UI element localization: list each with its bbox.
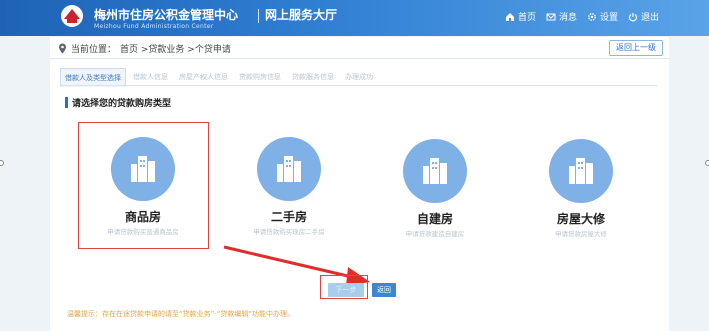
left-edge-handle (0, 160, 4, 166)
main-panel: 借款人及类型选择 借款人信息 房屋产权人信息 贷款购房信息 贷款服务信息 办理成… (50, 59, 669, 331)
building-icon (403, 139, 467, 203)
return-button[interactable]: 返回 (372, 283, 396, 297)
nav-settings-label: 设置 (599, 13, 618, 23)
breadcrumb-path[interactable]: 首页 >贷款业务 >个贷申请 (120, 42, 231, 55)
section-title-bar (65, 97, 68, 108)
card-self-built-house[interactable]: 自建房 申请贷款建造自建房 (382, 139, 488, 239)
card-name: 自建房 (416, 212, 453, 226)
nav-logout[interactable]: 退出 (628, 10, 659, 23)
section-title: 请选择您的贷款购房类型 (65, 96, 171, 109)
button-highlight-box (320, 275, 368, 299)
power-icon (628, 12, 638, 21)
tab-underline (60, 85, 657, 86)
card-desc: 申请贷款房屋大修 (555, 230, 607, 238)
top-header: 梅州市住房公积金管理中心 Meizhou Fund Administration… (0, 0, 709, 36)
card-name: 房屋大修 (556, 212, 605, 226)
top-nav: 首页 消息 设置 退出 (505, 10, 659, 23)
breadcrumb: 当前位置： 首页 >贷款业务 >个贷申请 (58, 42, 231, 55)
section-title-text: 请选择您的贷款购房类型 (72, 99, 172, 109)
nav-home-label: 首页 (517, 13, 536, 23)
right-edge-handle (705, 160, 709, 166)
breadcrumb-bar: 当前位置： 首页 >贷款业务 >个贷申请 返回上一级 (50, 37, 669, 59)
hall-title: 网上服务大厅 (265, 8, 338, 22)
back-button[interactable]: 返回上一级 (609, 40, 663, 56)
card-desc: 申请贷款购买现房二手房 (253, 228, 325, 236)
card-name: 二手房 (270, 210, 307, 224)
building-icon (549, 139, 613, 203)
gear-icon (588, 12, 596, 21)
message-icon (546, 13, 556, 20)
header-divider (258, 9, 259, 23)
nav-message-label: 消息 (558, 13, 577, 23)
nav-settings[interactable]: 设置 (587, 10, 618, 23)
card-desc: 申请贷款建造自建房 (405, 230, 465, 238)
warm-tip: 温馨提示：存在在途贷款申请的请至“贷款业务”-“贷款编辑”功能中办理。 (67, 310, 295, 318)
card-house-repair[interactable]: 房屋大修 申请贷款房屋大修 (528, 139, 634, 239)
card-second-hand-house[interactable]: 二手房 申请贷款购买现房二手房 (236, 137, 342, 237)
nav-logout-label: 退出 (640, 13, 659, 23)
location-pin-icon (59, 43, 66, 54)
org-title: 梅州市住房公积金管理中心 (94, 8, 239, 22)
nav-message[interactable]: 消息 (546, 10, 577, 23)
logo-icon (61, 5, 83, 27)
home-icon (505, 12, 514, 21)
org-subtitle: Meizhou Fund Administration Center (94, 23, 214, 30)
selection-highlight-box (78, 122, 209, 249)
breadcrumb-prefix: 当前位置： (71, 45, 117, 55)
nav-home[interactable]: 首页 (505, 10, 536, 23)
building-icon (257, 137, 321, 201)
